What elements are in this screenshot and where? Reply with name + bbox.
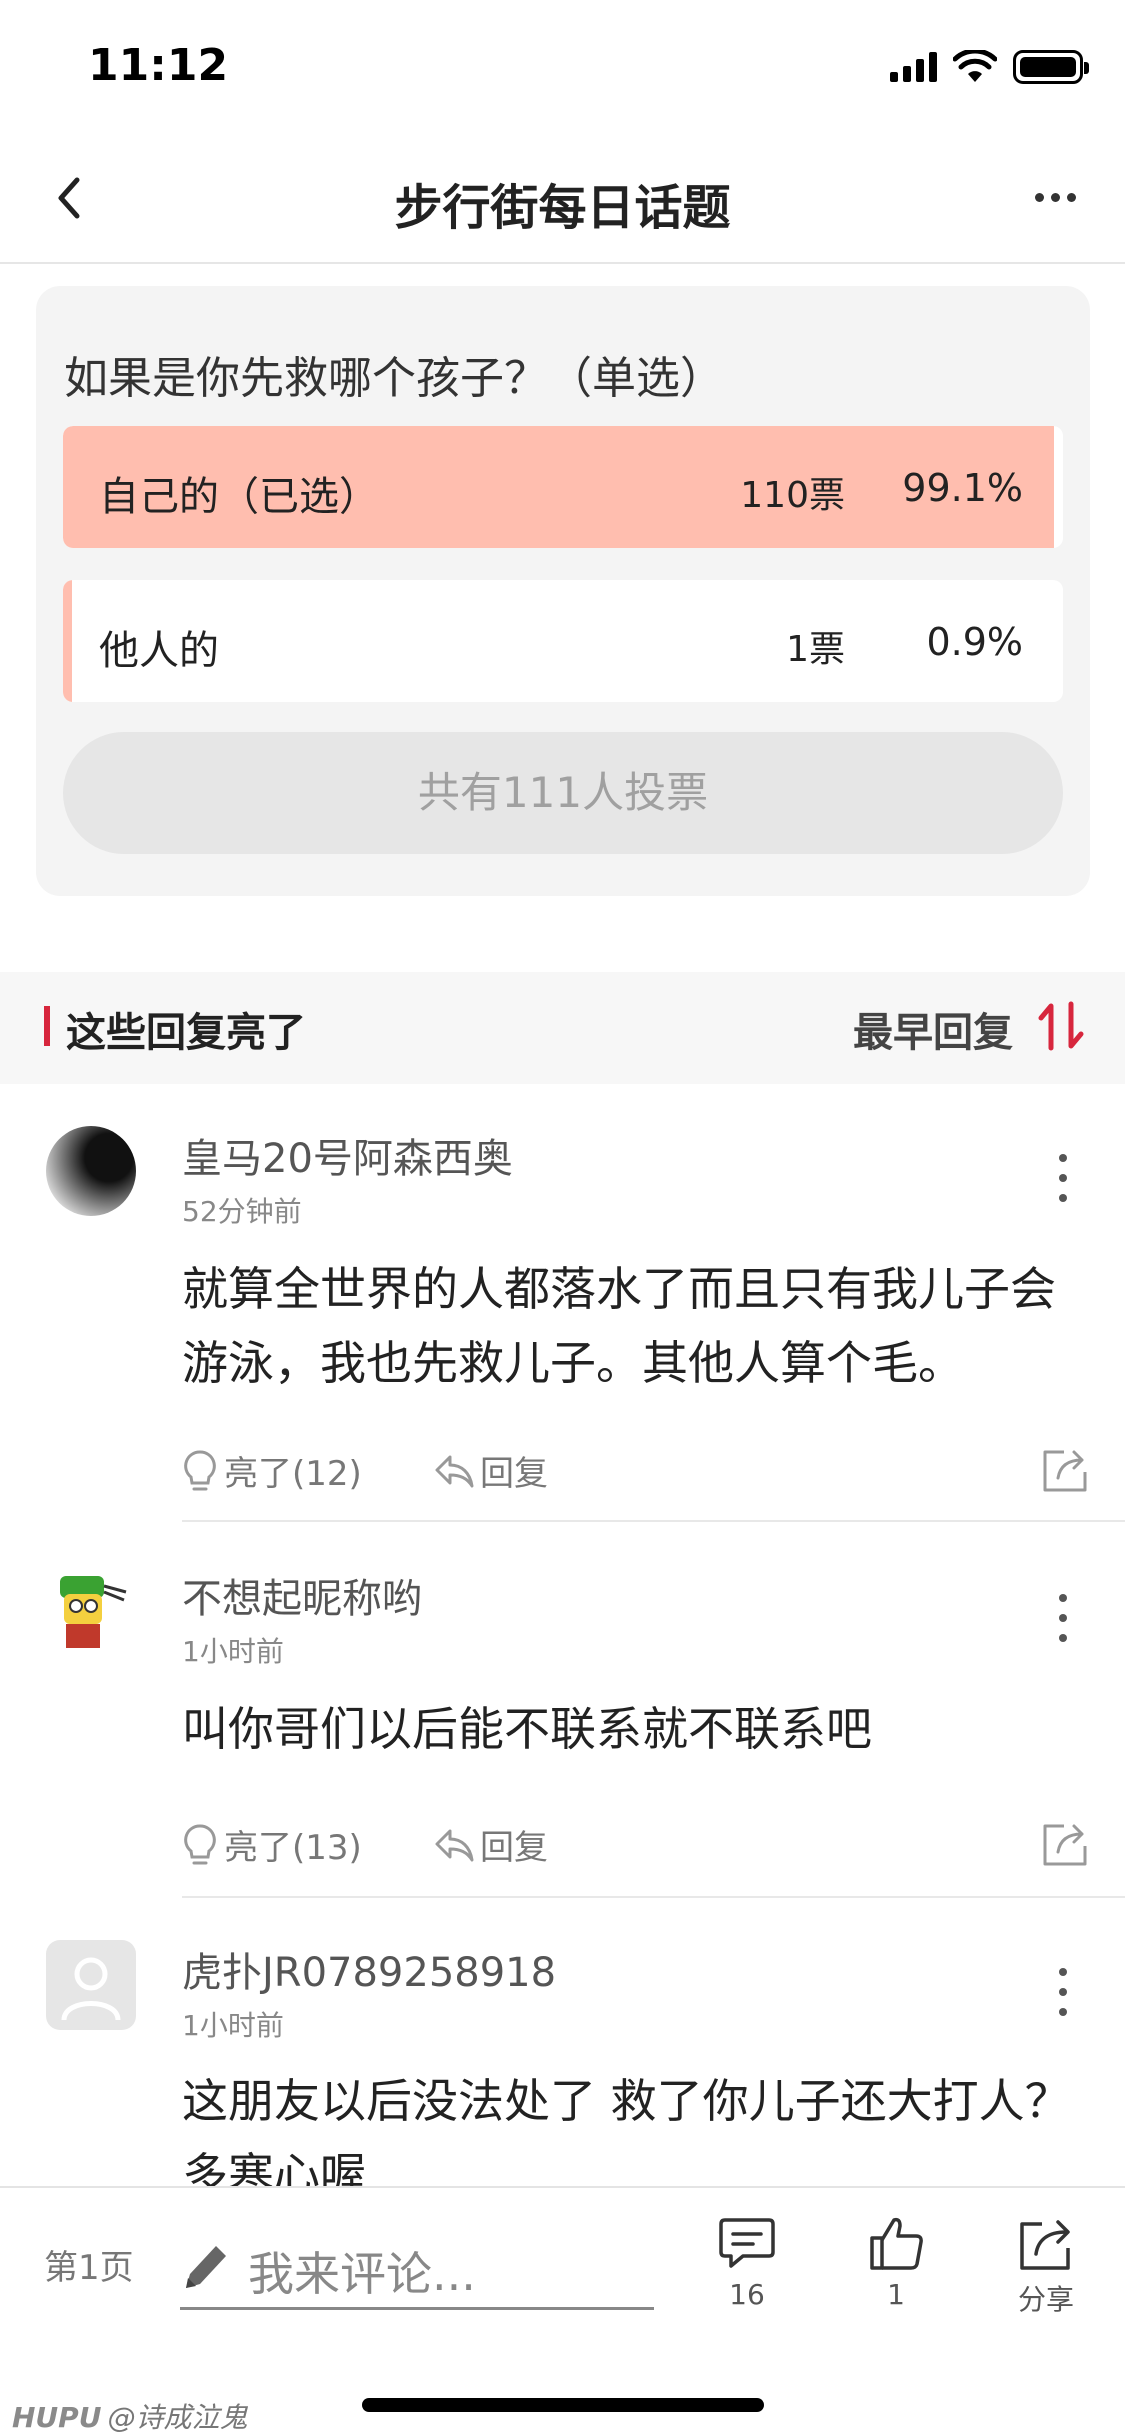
poll-option-label: 自己的（已选） xyxy=(99,474,379,520)
like-button[interactable]: 亮了(12) xyxy=(182,1446,362,1495)
status-icons xyxy=(890,50,1089,84)
poll-option-votes: 1票 xyxy=(786,629,845,670)
more-options-button[interactable] xyxy=(1025,172,1085,222)
poll-option-votes: 110票 xyxy=(740,475,845,516)
comment-more-button[interactable] xyxy=(1053,1594,1073,1642)
poll-option-others[interactable]: 他人的 1票 0.9% xyxy=(63,580,1063,702)
poll-total-button[interactable]: 共有111人投票 xyxy=(63,732,1063,854)
poll-card: 如果是你先救哪个孩子？（单选） 自己的（已选） 110票 99.1% 他人的 1… xyxy=(36,286,1090,896)
comment-content: 就算全世界的人都落水了而且只有我儿子会游泳，我也先救儿子。其他人算个毛。 xyxy=(182,1262,1056,1390)
comment-author[interactable]: 不想起昵称哟 xyxy=(182,1566,422,1624)
section-title: 这些回复亮了 xyxy=(66,1010,306,1056)
comment-author[interactable]: 虎扑JR0789258918 xyxy=(182,1940,556,1998)
comment-time: 52分钟前 xyxy=(182,1195,302,1228)
reply-button[interactable]: 回复 xyxy=(434,1446,548,1495)
avatar[interactable] xyxy=(46,1940,136,2030)
watermark-handle: @诗成泣鬼 xyxy=(107,2401,248,2434)
like-button[interactable]: 亮了(13) xyxy=(182,1820,362,1869)
avatar[interactable] xyxy=(46,1126,136,1216)
share-label: 分享 xyxy=(1017,2283,1074,2316)
watermark: HUPU @诗成泣鬼 xyxy=(12,2396,247,2436)
status-bar: 11:12 xyxy=(0,0,1125,132)
comment-content: 叫你哥们以后能不联系就不联系吧 xyxy=(182,1702,872,1756)
section-accent-bar xyxy=(44,1006,50,1046)
pen-icon xyxy=(186,2246,226,2288)
share-icon[interactable] xyxy=(1040,1444,1092,1494)
like-label: 亮了(13) xyxy=(224,1828,362,1868)
comment-content: 这朋友以后没法处了 救了你儿子还大打人？ 多寒心喔 xyxy=(182,2074,1071,2186)
sort-button[interactable]: 最早回复 xyxy=(853,1000,1013,1058)
page-selector[interactable]: 第1页 xyxy=(44,2240,134,2289)
comment-actions: 亮了(13) 回复 xyxy=(182,1804,1092,1884)
comment-placeholder: 我来评论... xyxy=(248,2247,476,2301)
comment-divider xyxy=(182,1520,1125,1522)
poll-option-label: 他人的 xyxy=(99,628,219,674)
avatar[interactable] xyxy=(46,1566,136,1656)
comment-item: 不想起昵称哟 1小时前 叫你哥们以后能不联系就不联系吧 亮了(13) 回复 xyxy=(0,1524,1125,1898)
poll-option-own[interactable]: 自己的（已选） 110票 99.1% xyxy=(63,426,1063,548)
lightbulb-icon xyxy=(184,1449,216,1490)
comment-item: 虎扑JR0789258918 1小时前 这朋友以后没法处了 救了你儿子还大打人？… xyxy=(0,1898,1125,2186)
comment-count: 16 xyxy=(729,2278,765,2311)
poll-option-fill xyxy=(63,580,72,702)
comment-bubble-icon xyxy=(719,2218,775,2268)
comment-actions: 亮了(12) 回复 xyxy=(182,1430,1092,1510)
wifi-icon xyxy=(953,50,997,82)
reply-label: 回复 xyxy=(480,1828,548,1868)
share-icon xyxy=(1020,2220,1070,2270)
share-post-button[interactable]: 分享 xyxy=(996,2214,1096,2334)
like-post-button[interactable]: 1 xyxy=(846,2214,946,2334)
share-icon[interactable] xyxy=(1040,1818,1092,1868)
comment-author[interactable]: 皇马20号阿森西奥 xyxy=(182,1126,513,1184)
poll-option-percent: 99.1% xyxy=(902,466,1023,510)
nav-bar: 步行街每日话题 xyxy=(0,132,1125,264)
signal-icon xyxy=(890,52,937,82)
battery-icon xyxy=(1013,50,1089,84)
more-dots-icon xyxy=(1034,192,1044,202)
avatar-image xyxy=(60,1576,127,1648)
poll-option-percent: 0.9% xyxy=(926,620,1023,664)
reply-label: 回复 xyxy=(480,1454,548,1494)
comment-input[interactable]: 我来评论... xyxy=(180,2218,654,2310)
reply-icon xyxy=(435,1455,474,1487)
status-time: 11:12 xyxy=(88,40,229,91)
comment-item: 皇马20号阿森西奥 52分钟前 就算全世界的人都落水了而且只有我儿子会游泳，我也… xyxy=(0,1084,1125,1522)
comment-time: 1小时前 xyxy=(182,2009,284,2042)
lightbulb-icon xyxy=(184,1823,216,1864)
poll-question: 如果是你先救哪个孩子？（单选） xyxy=(64,353,724,404)
comment-time: 1小时前 xyxy=(182,1635,284,1668)
comment-more-button[interactable] xyxy=(1053,1968,1073,2016)
watermark-brand: HUPU xyxy=(12,2401,102,2434)
reply-icon xyxy=(435,1829,474,1861)
reply-button[interactable]: 回复 xyxy=(434,1820,548,1869)
like-count: 1 xyxy=(887,2278,905,2311)
home-indicator[interactable] xyxy=(362,2398,764,2412)
comments-button[interactable]: 16 xyxy=(697,2214,797,2334)
default-avatar-icon xyxy=(61,1957,121,2021)
section-header: 这些回复亮了 最早回复 xyxy=(0,972,1125,1084)
thumbs-up-icon xyxy=(870,2217,923,2270)
sort-icon[interactable] xyxy=(1035,998,1089,1054)
comment-more-button[interactable] xyxy=(1053,1154,1073,1202)
page-title: 步行街每日话题 xyxy=(394,180,731,236)
like-label: 亮了(12) xyxy=(224,1454,362,1494)
